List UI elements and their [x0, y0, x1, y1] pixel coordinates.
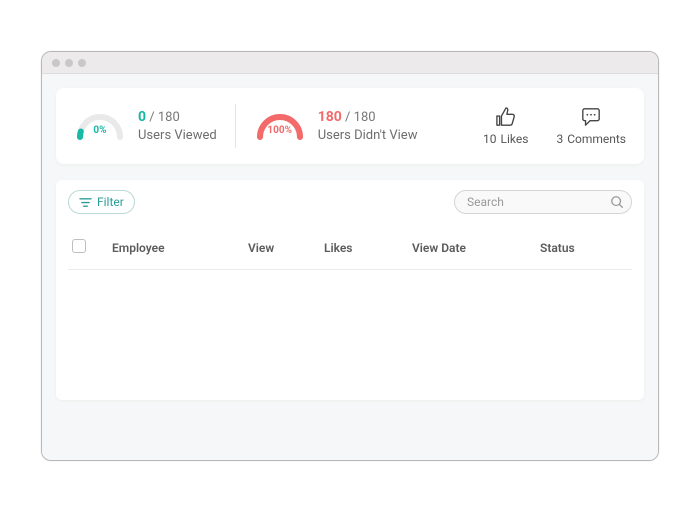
engagement-stats: 10 Likes 3 Comments	[483, 107, 626, 146]
col-view-date: View Date	[412, 241, 540, 255]
gauge-notviewed: 100%	[254, 107, 306, 145]
window-dot	[52, 59, 60, 67]
viewed-label: Users Viewed	[138, 127, 217, 145]
search-icon	[610, 195, 624, 209]
gauge-viewed-percent: 0%	[74, 125, 126, 136]
comments-label: Comments	[567, 132, 626, 146]
stat-users-viewed: 0% 0 / 180 Users Viewed	[74, 107, 217, 145]
stats-divider	[235, 104, 236, 148]
col-status: Status	[540, 241, 628, 255]
gauge-viewed: 0%	[74, 107, 126, 145]
thumbs-up-icon	[495, 107, 517, 127]
comment-icon	[580, 107, 602, 127]
filter-button[interactable]: Filter	[68, 190, 135, 214]
likes-stat: 10 Likes	[483, 107, 528, 146]
content-area: 0% 0 / 180 Users Viewed 10 0	[42, 74, 658, 460]
stat-viewed-text: 0 / 180 Users Viewed	[138, 108, 217, 144]
notviewed-count: 180	[318, 109, 342, 125]
likes-label: Likes	[501, 132, 529, 146]
search-input[interactable]	[454, 190, 632, 214]
filter-icon	[79, 197, 92, 208]
table-panel: Filter Employee View Likes View Date Sta…	[56, 180, 644, 400]
stat-users-notviewed: 100% 180 / 180 Users Didn't View	[254, 107, 418, 145]
col-view: View	[248, 241, 324, 255]
comments-stat: 3 Comments	[556, 107, 626, 146]
search-wrap	[454, 190, 632, 214]
stat-notviewed-text: 180 / 180 Users Didn't View	[318, 108, 418, 144]
viewed-count: 0	[138, 109, 146, 125]
notviewed-label: Users Didn't View	[318, 127, 418, 145]
comments-count: 3	[556, 132, 563, 146]
notviewed-total: / 180	[345, 110, 376, 125]
gauge-notviewed-percent: 100%	[254, 125, 306, 136]
likes-count: 10	[483, 132, 497, 146]
viewed-total: / 180	[149, 110, 180, 125]
select-all-checkbox[interactable]	[72, 239, 86, 253]
stats-card: 0% 0 / 180 Users Viewed 10 0	[56, 88, 644, 164]
window-titlebar	[42, 52, 658, 74]
panel-toolbar: Filter	[68, 190, 632, 214]
window-dot	[78, 59, 86, 67]
filter-label: Filter	[97, 195, 124, 209]
window-dot	[65, 59, 73, 67]
table-header-row: Employee View Likes View Date Status	[68, 230, 632, 270]
col-likes: Likes	[324, 241, 412, 255]
col-employee: Employee	[112, 241, 248, 255]
app-window: 0% 0 / 180 Users Viewed 10 0	[41, 51, 659, 461]
